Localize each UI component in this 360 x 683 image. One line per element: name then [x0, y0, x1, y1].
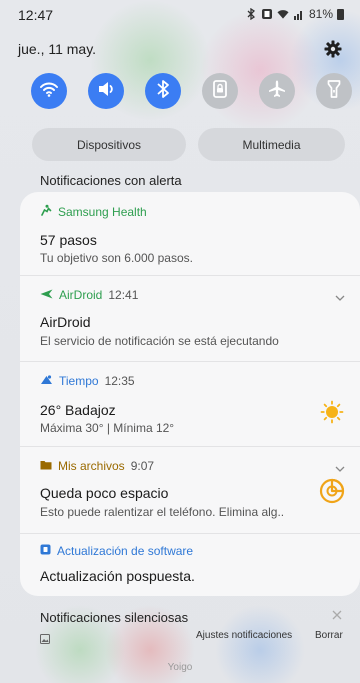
notification-item[interactable]: Tiempo 12:35 26° Badajoz Máxima 30° | Mí… — [20, 362, 360, 447]
notification-body: Tu objetivo son 6.000 pasos. — [40, 251, 193, 265]
notification-title: 26° Badajoz — [40, 402, 116, 418]
airdroid-icon — [40, 288, 53, 302]
sun-icon — [320, 400, 344, 424]
samsung-health-icon — [40, 204, 52, 219]
notification-body: El servicio de notificación se está ejec… — [40, 334, 279, 348]
clear-button[interactable]: Borrar — [315, 630, 343, 641]
storage-icon — [318, 477, 346, 505]
airplane-toggle[interactable] — [259, 73, 295, 109]
wifi-icon — [39, 81, 59, 102]
app-name: Actualización de software — [57, 544, 194, 558]
app-name: Samsung Health — [58, 204, 147, 219]
silent-section-title: Notificaciones silenciosas — [40, 610, 189, 625]
wifi-toggle[interactable] — [31, 73, 67, 109]
notification-shade: 12:47 81% jue., 11 may. Dispositivos Mul… — [0, 0, 360, 683]
rotation-lock-toggle[interactable] — [202, 73, 238, 109]
notification-app: AirDroid 12:41 — [40, 288, 138, 302]
battery-icon — [337, 8, 344, 20]
gear-icon[interactable] — [324, 40, 342, 58]
chevron-down-icon[interactable] — [334, 291, 346, 303]
date-label: jue., 11 may. — [18, 41, 97, 57]
notification-card: Samsung Health 57 pasos Tu objetivo son … — [20, 192, 360, 596]
notification-time: 12:35 — [104, 374, 135, 388]
bluetooth-toggle[interactable] — [145, 73, 181, 109]
bluetooth-icon — [156, 79, 170, 104]
notification-title: 57 pasos — [40, 232, 97, 248]
media-button[interactable]: Multimedia — [198, 128, 345, 161]
close-icon[interactable] — [330, 608, 344, 622]
weather-icon — [40, 374, 53, 388]
notification-body: Máxima 30° | Mínima 12° — [40, 421, 175, 435]
app-name: AirDroid — [59, 288, 103, 302]
speaker-icon — [96, 80, 116, 103]
notification-title: Actualización pospuesta. — [40, 568, 195, 584]
chevron-down-icon[interactable] — [334, 462, 346, 474]
airplane-icon — [267, 79, 287, 104]
wifi-icon — [277, 8, 289, 20]
notification-app: Actualización de software — [40, 544, 193, 558]
status-icons: 81% — [245, 7, 344, 21]
status-time: 12:47 — [18, 7, 54, 23]
notification-item[interactable]: Samsung Health 57 pasos Tu objetivo son … — [20, 192, 360, 276]
image-icon — [40, 631, 50, 644]
notification-settings-button[interactable]: Ajustes notificaciones — [196, 630, 292, 641]
notification-item[interactable]: Actualización de software Actualización … — [20, 534, 360, 596]
software-update-icon — [40, 544, 51, 558]
notification-item[interactable]: AirDroid 12:41 AirDroid El servicio de n… — [20, 276, 360, 362]
status-bar: 12:47 81% — [0, 0, 360, 28]
notification-time: 12:41 — [108, 288, 139, 302]
notification-body: Esto puede ralentizar el teléfono. Elimi… — [40, 505, 285, 519]
lock-screen-icon — [212, 79, 228, 103]
nfc-icon — [261, 8, 273, 20]
sound-toggle[interactable] — [88, 73, 124, 109]
folder-icon — [40, 459, 52, 473]
notification-time: 9:07 — [130, 459, 155, 473]
notification-item[interactable]: Mis archivos 9:07 Queda poco espacio Est… — [20, 447, 360, 534]
app-name: Mis archivos — [58, 459, 125, 473]
carrier-label: Yoigo — [167, 662, 193, 673]
signal-icon — [293, 8, 305, 20]
app-name: Tiempo — [59, 374, 99, 388]
alert-section-title: Notificaciones con alerta — [40, 173, 182, 188]
quick-toggles — [31, 73, 352, 113]
battery-percent: 81% — [308, 7, 333, 21]
notification-app: Mis archivos 9:07 — [40, 459, 154, 473]
flashlight-toggle[interactable] — [316, 73, 352, 109]
notification-title: Queda poco espacio — [40, 485, 169, 501]
notification-title: AirDroid — [40, 314, 91, 330]
notification-app: Tiempo 12:35 — [40, 374, 135, 388]
devices-button[interactable]: Dispositivos — [32, 128, 186, 161]
notification-app: Samsung Health — [40, 204, 147, 219]
flashlight-icon — [327, 79, 341, 104]
bluetooth-icon — [245, 8, 257, 20]
